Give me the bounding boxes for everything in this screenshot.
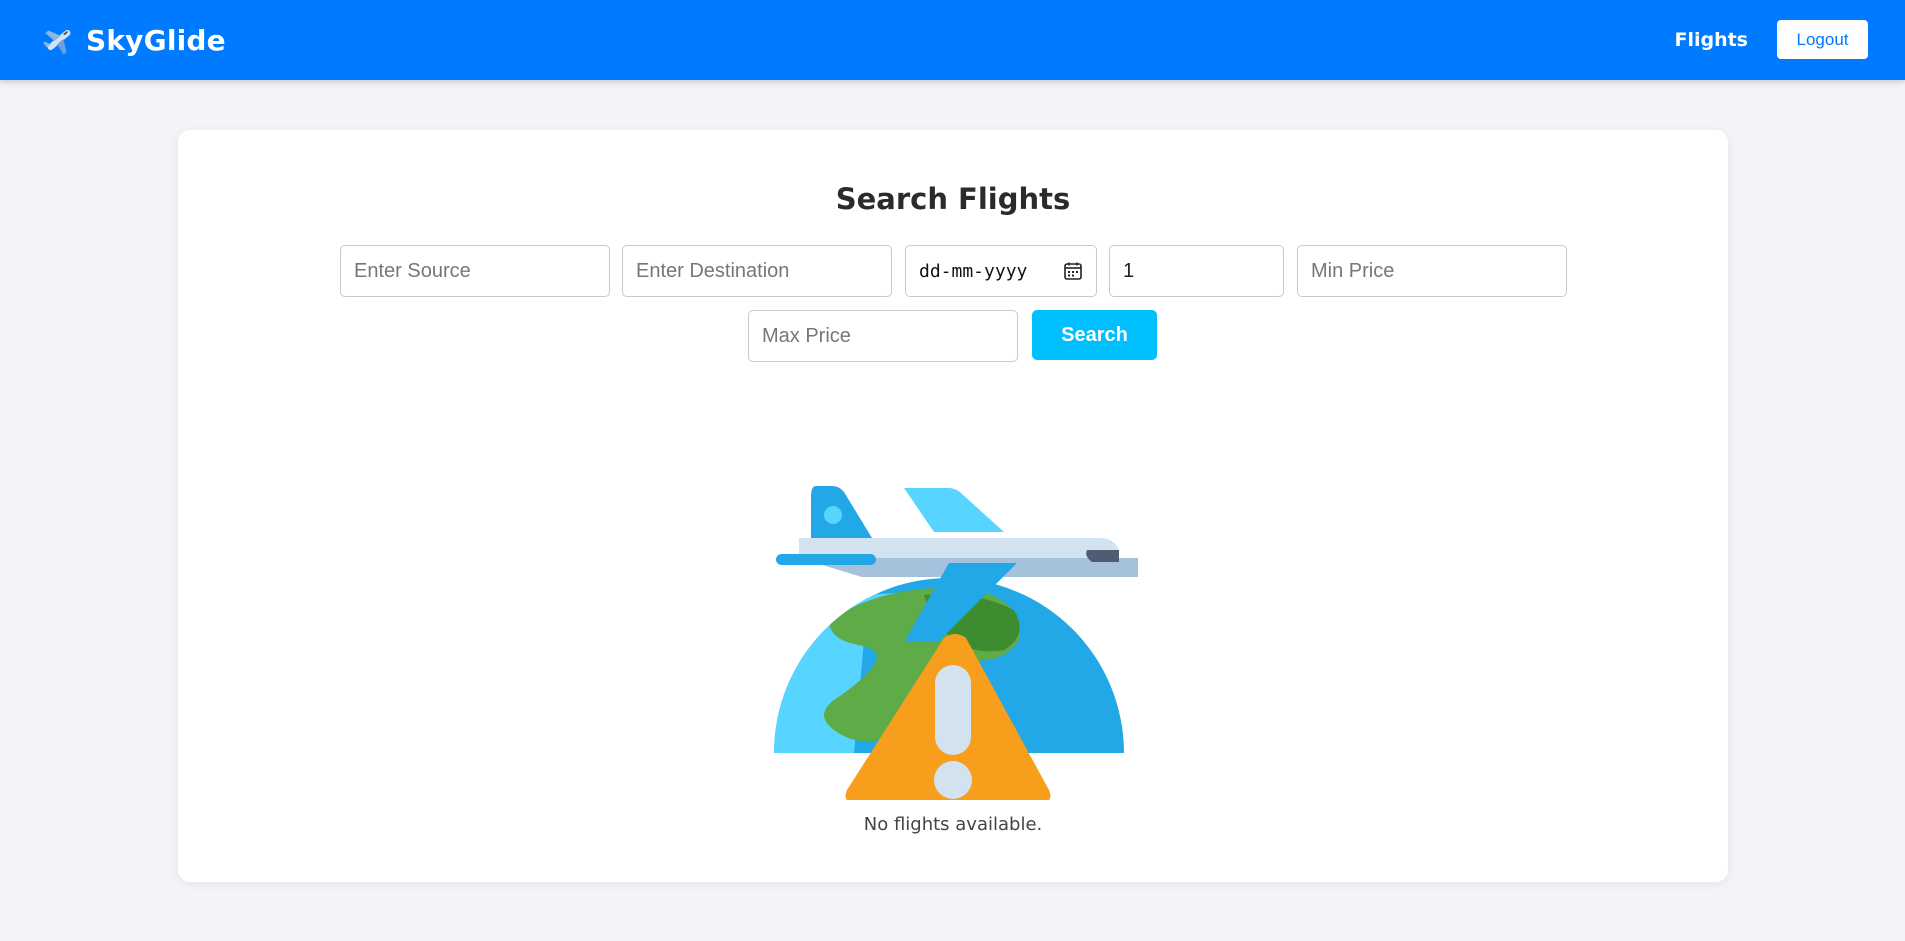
destination-input[interactable] bbox=[622, 245, 892, 297]
top-navbar: SkyGlide Flights Logout bbox=[0, 0, 1905, 80]
min-price-input[interactable] bbox=[1297, 245, 1567, 297]
airplane-icon bbox=[43, 29, 71, 55]
calendar-icon[interactable] bbox=[1063, 261, 1083, 281]
source-input[interactable] bbox=[340, 245, 610, 297]
brand-logo[interactable]: SkyGlide bbox=[42, 0, 226, 80]
nav-flights-link[interactable]: Flights bbox=[1674, 0, 1748, 80]
page-title: Search Flights bbox=[835, 182, 1071, 216]
date-placeholder: dd-mm-yyyy bbox=[919, 260, 1028, 282]
date-input[interactable]: dd-mm-yyyy bbox=[905, 245, 1097, 297]
brand-name: SkyGlide bbox=[86, 23, 226, 57]
max-price-input[interactable] bbox=[748, 310, 1018, 362]
logout-button[interactable]: Logout bbox=[1777, 20, 1868, 59]
passengers-input[interactable] bbox=[1109, 245, 1284, 297]
plane-globe-warning-icon bbox=[774, 486, 1138, 800]
no-flights-message: No flights available. bbox=[863, 814, 1043, 835]
no-flights-illustration bbox=[774, 440, 1138, 800]
search-card: Search Flights dd-mm-yyyy Search bbox=[178, 130, 1728, 882]
search-button[interactable]: Search bbox=[1032, 310, 1157, 360]
